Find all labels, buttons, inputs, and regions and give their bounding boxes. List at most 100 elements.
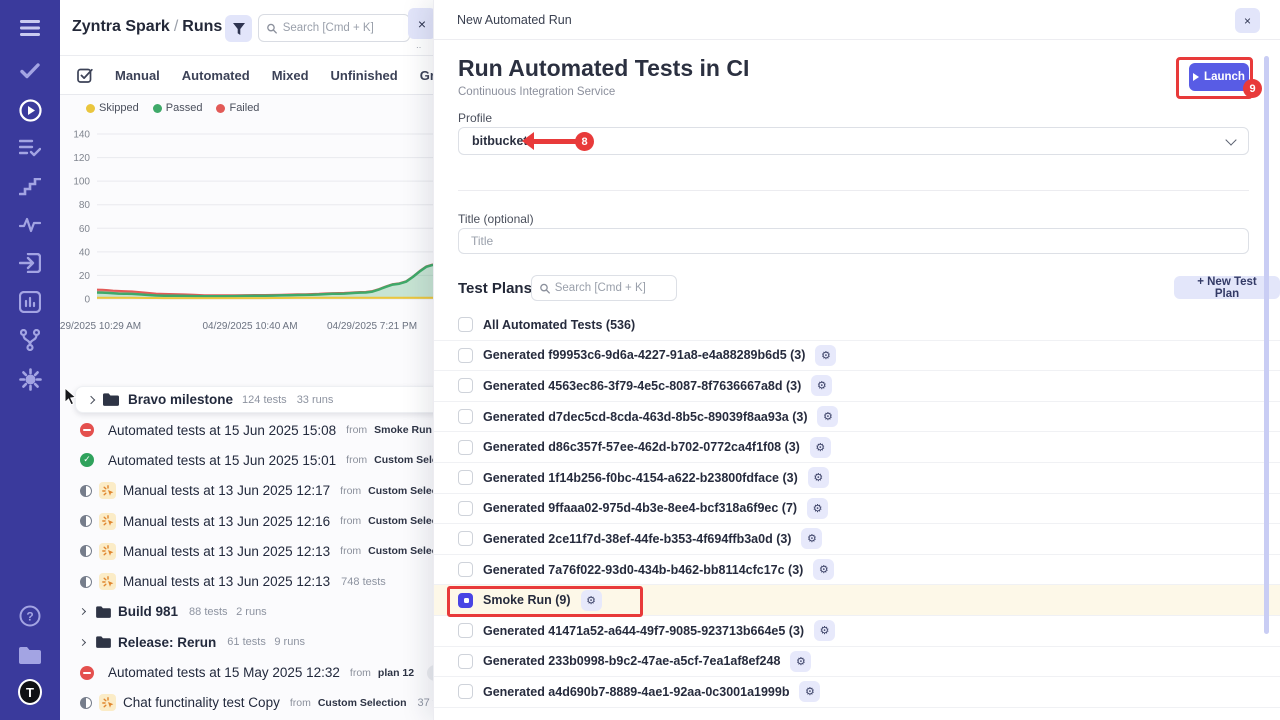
- runs-panel: Zyntra Spark/Runs × ‥ ManualAutomatedMix…: [60, 0, 433, 720]
- test-plan-row[interactable]: Generated 7a76f022-93d0-434b-b462-bb8114…: [434, 555, 1280, 586]
- close-modal-button[interactable]: ×: [1235, 8, 1260, 33]
- legend-item-passed: Passed: [153, 102, 203, 114]
- logo-letter: T: [18, 679, 42, 705]
- tab-manual[interactable]: Manual: [115, 68, 160, 83]
- test-plan-row[interactable]: Generated a4d690b7-8889-4ae1-92aa-0c3001…: [434, 677, 1280, 708]
- chevron-right-icon[interactable]: [87, 395, 95, 403]
- test-plans-search: [531, 275, 677, 301]
- test-plan-settings-button[interactable]: ⚙: [814, 620, 835, 641]
- new-automated-run-modal: New Automated Run × Run Automated Tests …: [433, 0, 1280, 720]
- run-row[interactable]: Manual tests at 13 Jun 2025 12:13fromCus…: [60, 536, 433, 566]
- test-plan-settings-button[interactable]: ⚙: [811, 375, 832, 396]
- test-plan-settings-button[interactable]: ⚙: [813, 559, 834, 580]
- test-plans-search-input[interactable]: [555, 282, 668, 294]
- test-plan-row[interactable]: Generated 2ce11f7d-38ef-44fe-b353-4f694f…: [434, 524, 1280, 555]
- checkbox[interactable]: [458, 348, 473, 363]
- test-plan-row[interactable]: Generated 41471a52-a644-49f7-9085-923713…: [434, 616, 1280, 647]
- checkbox[interactable]: [458, 623, 473, 638]
- checkbox[interactable]: [458, 317, 473, 332]
- breadcrumb-separator: /: [170, 18, 182, 35]
- run-row[interactable]: Manual tests at 13 Jun 2025 12:16fromCus…: [60, 506, 433, 536]
- gear-icon[interactable]: [18, 367, 42, 391]
- gear-icon: ⚙: [813, 471, 823, 484]
- filter-button[interactable]: [225, 15, 252, 42]
- title-input[interactable]: [458, 228, 1249, 254]
- gear-icon: ⚙: [820, 624, 830, 637]
- test-plan-row[interactable]: Generated d7dec5cd-8cda-463d-8b5c-89039f…: [434, 402, 1280, 433]
- checkbox-checked[interactable]: [458, 593, 473, 608]
- run-row[interactable]: ✓Automated tests at 15 Jun 2025 15:01fro…: [60, 445, 433, 475]
- run-title: Chat functinality test Copy: [123, 695, 280, 710]
- checkbox[interactable]: [458, 531, 473, 546]
- milestone-runs-count: 33 runs: [297, 394, 334, 406]
- run-group-row[interactable]: Release: Rerun61 tests 9 runs: [60, 627, 433, 657]
- run-group-row[interactable]: Build 98188 tests 2 runs: [60, 597, 433, 627]
- pulse-icon[interactable]: [18, 213, 42, 237]
- test-plan-settings-button[interactable]: ⚙: [817, 406, 838, 427]
- help-icon[interactable]: ?: [18, 604, 42, 628]
- select-runs-icon[interactable]: [77, 67, 93, 83]
- manual-run-icon: [99, 513, 116, 530]
- close-runs-popover-button[interactable]: ×: [408, 8, 433, 39]
- checkbox[interactable]: [458, 654, 473, 669]
- test-plan-row[interactable]: Generated 9ffaaa02-975d-4b3e-8ee4-bcf318…: [434, 494, 1280, 525]
- tab-groups[interactable]: Groups: [420, 68, 433, 83]
- test-plan-label: Smoke Run (9): [483, 593, 571, 607]
- run-row[interactable]: Manual tests at 13 Jun 2025 12:13748 tes…: [60, 566, 433, 596]
- checkbox[interactable]: [458, 684, 473, 699]
- test-plan-settings-button[interactable]: ⚙: [807, 498, 828, 519]
- menu-icon[interactable]: [18, 16, 42, 40]
- chevron-right-icon[interactable]: [79, 608, 86, 615]
- test-plan-row-selected[interactable]: Smoke Run (9) ⚙: [434, 585, 1280, 616]
- docs-folder-icon[interactable]: [18, 643, 42, 667]
- test-plan-row[interactable]: Generated 4563ec86-3f79-4e5c-8087-8f7636…: [434, 371, 1280, 402]
- run-row[interactable]: Automated tests at 15 May 2025 12:32from…: [60, 657, 433, 687]
- page-title: Runs: [182, 18, 222, 35]
- checkbox[interactable]: [458, 562, 473, 577]
- check-icon[interactable]: [18, 59, 42, 83]
- run-row[interactable]: Automated tests at 15 Jun 2025 15:08from…: [60, 415, 433, 445]
- milestone-group-row[interactable]: Bravo milestone 124 tests33 runs: [75, 386, 433, 413]
- svg-text:60: 60: [79, 224, 91, 235]
- tab-unfinished[interactable]: Unfinished: [331, 68, 398, 83]
- play-circle-icon[interactable]: [18, 98, 42, 122]
- test-plan-settings-button[interactable]: ⚙: [581, 590, 602, 611]
- run-row[interactable]: Manual tests at 13 Jun 2025 12:17fromCus…: [60, 476, 433, 506]
- test-plan-row[interactable]: All Automated Tests (536): [434, 310, 1280, 341]
- test-plan-settings-button[interactable]: ⚙: [815, 345, 836, 366]
- test-plan-row[interactable]: Generated 1f14b256-f0bc-4154-a622-b23800…: [434, 463, 1280, 494]
- test-plan-row[interactable]: Generated d86c357f-57ee-462d-b702-0772ca…: [434, 432, 1280, 463]
- test-plan-row[interactable]: Generated 233b0998-b9c2-47ae-a5cf-7ea1af…: [434, 647, 1280, 678]
- run-from-label: from: [346, 454, 367, 466]
- branch-icon[interactable]: [18, 328, 42, 352]
- checkbox[interactable]: [458, 501, 473, 516]
- checkbox[interactable]: [458, 409, 473, 424]
- test-plan-row[interactable]: Generated f99953c6-9d6a-4227-91a8-e4a882…: [434, 341, 1280, 372]
- launch-button[interactable]: Launch: [1189, 63, 1249, 91]
- chevron-right-icon[interactable]: [79, 639, 86, 646]
- runs-search-input[interactable]: [283, 22, 401, 34]
- test-plan-label: All Automated Tests (536): [483, 318, 635, 332]
- sign-in-icon[interactable]: [18, 251, 42, 275]
- runs-list-icon[interactable]: [18, 136, 42, 160]
- svg-text:80: 80: [79, 200, 91, 211]
- tab-mixed[interactable]: Mixed: [272, 68, 309, 83]
- modal-scrollbar[interactable]: [1264, 56, 1269, 634]
- test-plan-settings-button[interactable]: ⚙: [810, 437, 831, 458]
- svg-text:20: 20: [79, 271, 91, 282]
- profile-value: bitbucket: [472, 134, 528, 148]
- checkbox[interactable]: [458, 440, 473, 455]
- test-plan-settings-button[interactable]: ⚙: [808, 467, 829, 488]
- app-logo[interactable]: T: [18, 680, 42, 704]
- run-title: Manual tests at 13 Jun 2025 12:13: [123, 574, 330, 589]
- test-plan-settings-button[interactable]: ⚙: [799, 681, 820, 702]
- checkbox[interactable]: [458, 378, 473, 393]
- run-row[interactable]: Chat functinality test CopyfromCustom Se…: [60, 688, 433, 718]
- steps-icon[interactable]: [18, 175, 42, 199]
- tab-automated[interactable]: Automated: [182, 68, 250, 83]
- test-plan-settings-button[interactable]: ⚙: [801, 528, 822, 549]
- report-icon[interactable]: [18, 290, 42, 314]
- test-plan-settings-button[interactable]: ⚙: [790, 651, 811, 672]
- checkbox[interactable]: [458, 470, 473, 485]
- run-source: Custom Selection: [318, 697, 407, 709]
